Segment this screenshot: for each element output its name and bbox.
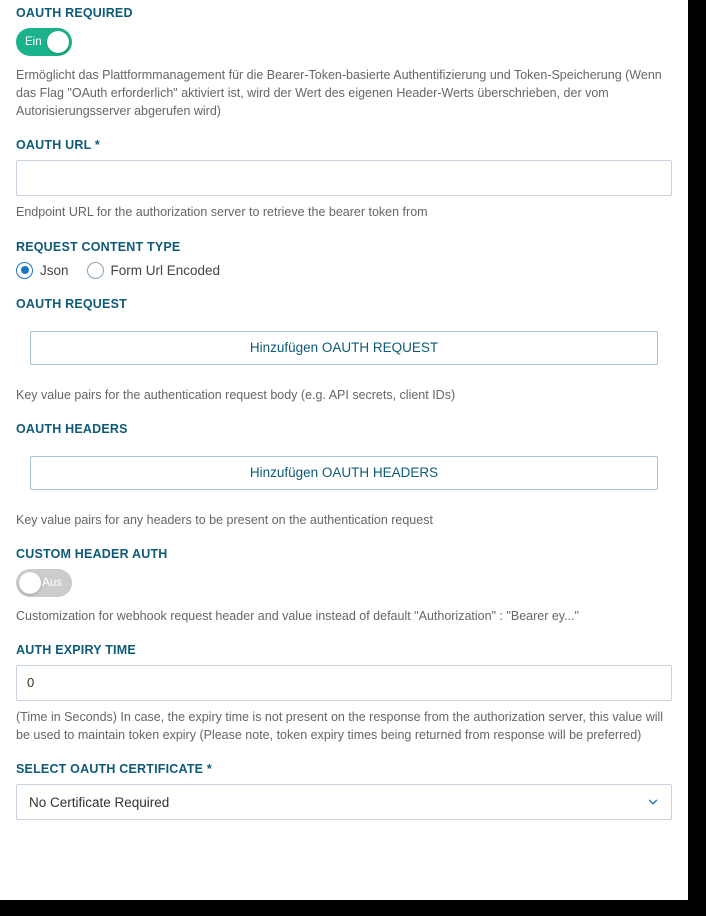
request-content-type-label: REQUEST CONTENT TYPE [16,240,672,254]
radio-label-form: Form Url Encoded [111,263,221,278]
oauth-headers-label: OAUTH HEADERS [16,422,672,436]
oauth-required-toggle[interactable]: Ein [16,28,72,56]
toggle-off-text: Aus [42,577,62,589]
radio-option-json[interactable]: Json [16,262,69,279]
oauth-certificate-select[interactable]: No Certificate Required [16,784,672,820]
custom-header-auth-label: CUSTOM HEADER AUTH [16,547,672,561]
oauth-url-input[interactable] [16,160,672,196]
oauth-request-label: OAUTH REQUEST [16,297,672,311]
field-request-content-type: REQUEST CONTENT TYPE Json Form Url Encod… [16,240,672,279]
auth-expiry-time-label: AUTH EXPIRY TIME [16,643,672,657]
auth-expiry-time-input[interactable] [16,665,672,701]
field-custom-header-auth: CUSTOM HEADER AUTH Aus Customization for… [16,547,672,625]
toggle-knob-icon [47,31,69,53]
field-oauth-request: OAUTH REQUEST Hinzufügen OAUTH REQUEST K… [16,297,672,404]
request-content-type-options: Json Form Url Encoded [16,262,672,279]
oauth-certificate-label: SELECT OAUTH CERTIFICATE * [16,762,672,776]
custom-header-auth-help: Customization for webhook request header… [16,607,672,625]
radio-label-json: Json [40,263,69,278]
toggle-knob-icon [19,572,41,594]
custom-header-auth-toggle[interactable]: Aus [16,569,72,597]
field-oauth-headers: OAUTH HEADERS Hinzufügen OAUTH HEADERS K… [16,422,672,529]
field-oauth-url: OAUTH URL * Endpoint URL for the authori… [16,138,672,221]
field-oauth-certificate: SELECT OAUTH CERTIFICATE * No Certificat… [16,762,672,820]
oauth-required-label: OAUTH REQUIRED [16,6,672,20]
oauth-certificate-select-wrap: No Certificate Required [16,784,672,820]
oauth-headers-add-wrap: Hinzufügen OAUTH HEADERS [16,444,672,504]
oauth-request-help: Key value pairs for the authentication r… [16,386,672,404]
oauth-settings-panel: OAUTH REQUIRED Ein Ermöglicht das Plattf… [0,0,688,900]
oauth-required-help: Ermöglicht das Plattformmanagement für d… [16,66,672,120]
toggle-on-text: Ein [25,36,42,48]
oauth-headers-help: Key value pairs for any headers to be pr… [16,511,672,529]
auth-expiry-time-help: (Time in Seconds) In case, the expiry ti… [16,708,672,744]
oauth-certificate-selected-value: No Certificate Required [29,795,169,810]
radio-icon [87,262,104,279]
oauth-url-help: Endpoint URL for the authorization serve… [16,203,672,221]
oauth-url-label: OAUTH URL * [16,138,672,152]
add-oauth-request-button[interactable]: Hinzufügen OAUTH REQUEST [30,331,658,365]
radio-option-form[interactable]: Form Url Encoded [87,262,221,279]
radio-icon [16,262,33,279]
field-oauth-required: OAUTH REQUIRED Ein Ermöglicht das Plattf… [16,6,672,120]
add-oauth-headers-button[interactable]: Hinzufügen OAUTH HEADERS [30,456,658,490]
oauth-request-add-wrap: Hinzufügen OAUTH REQUEST [16,319,672,379]
field-auth-expiry-time: AUTH EXPIRY TIME (Time in Seconds) In ca… [16,643,672,744]
